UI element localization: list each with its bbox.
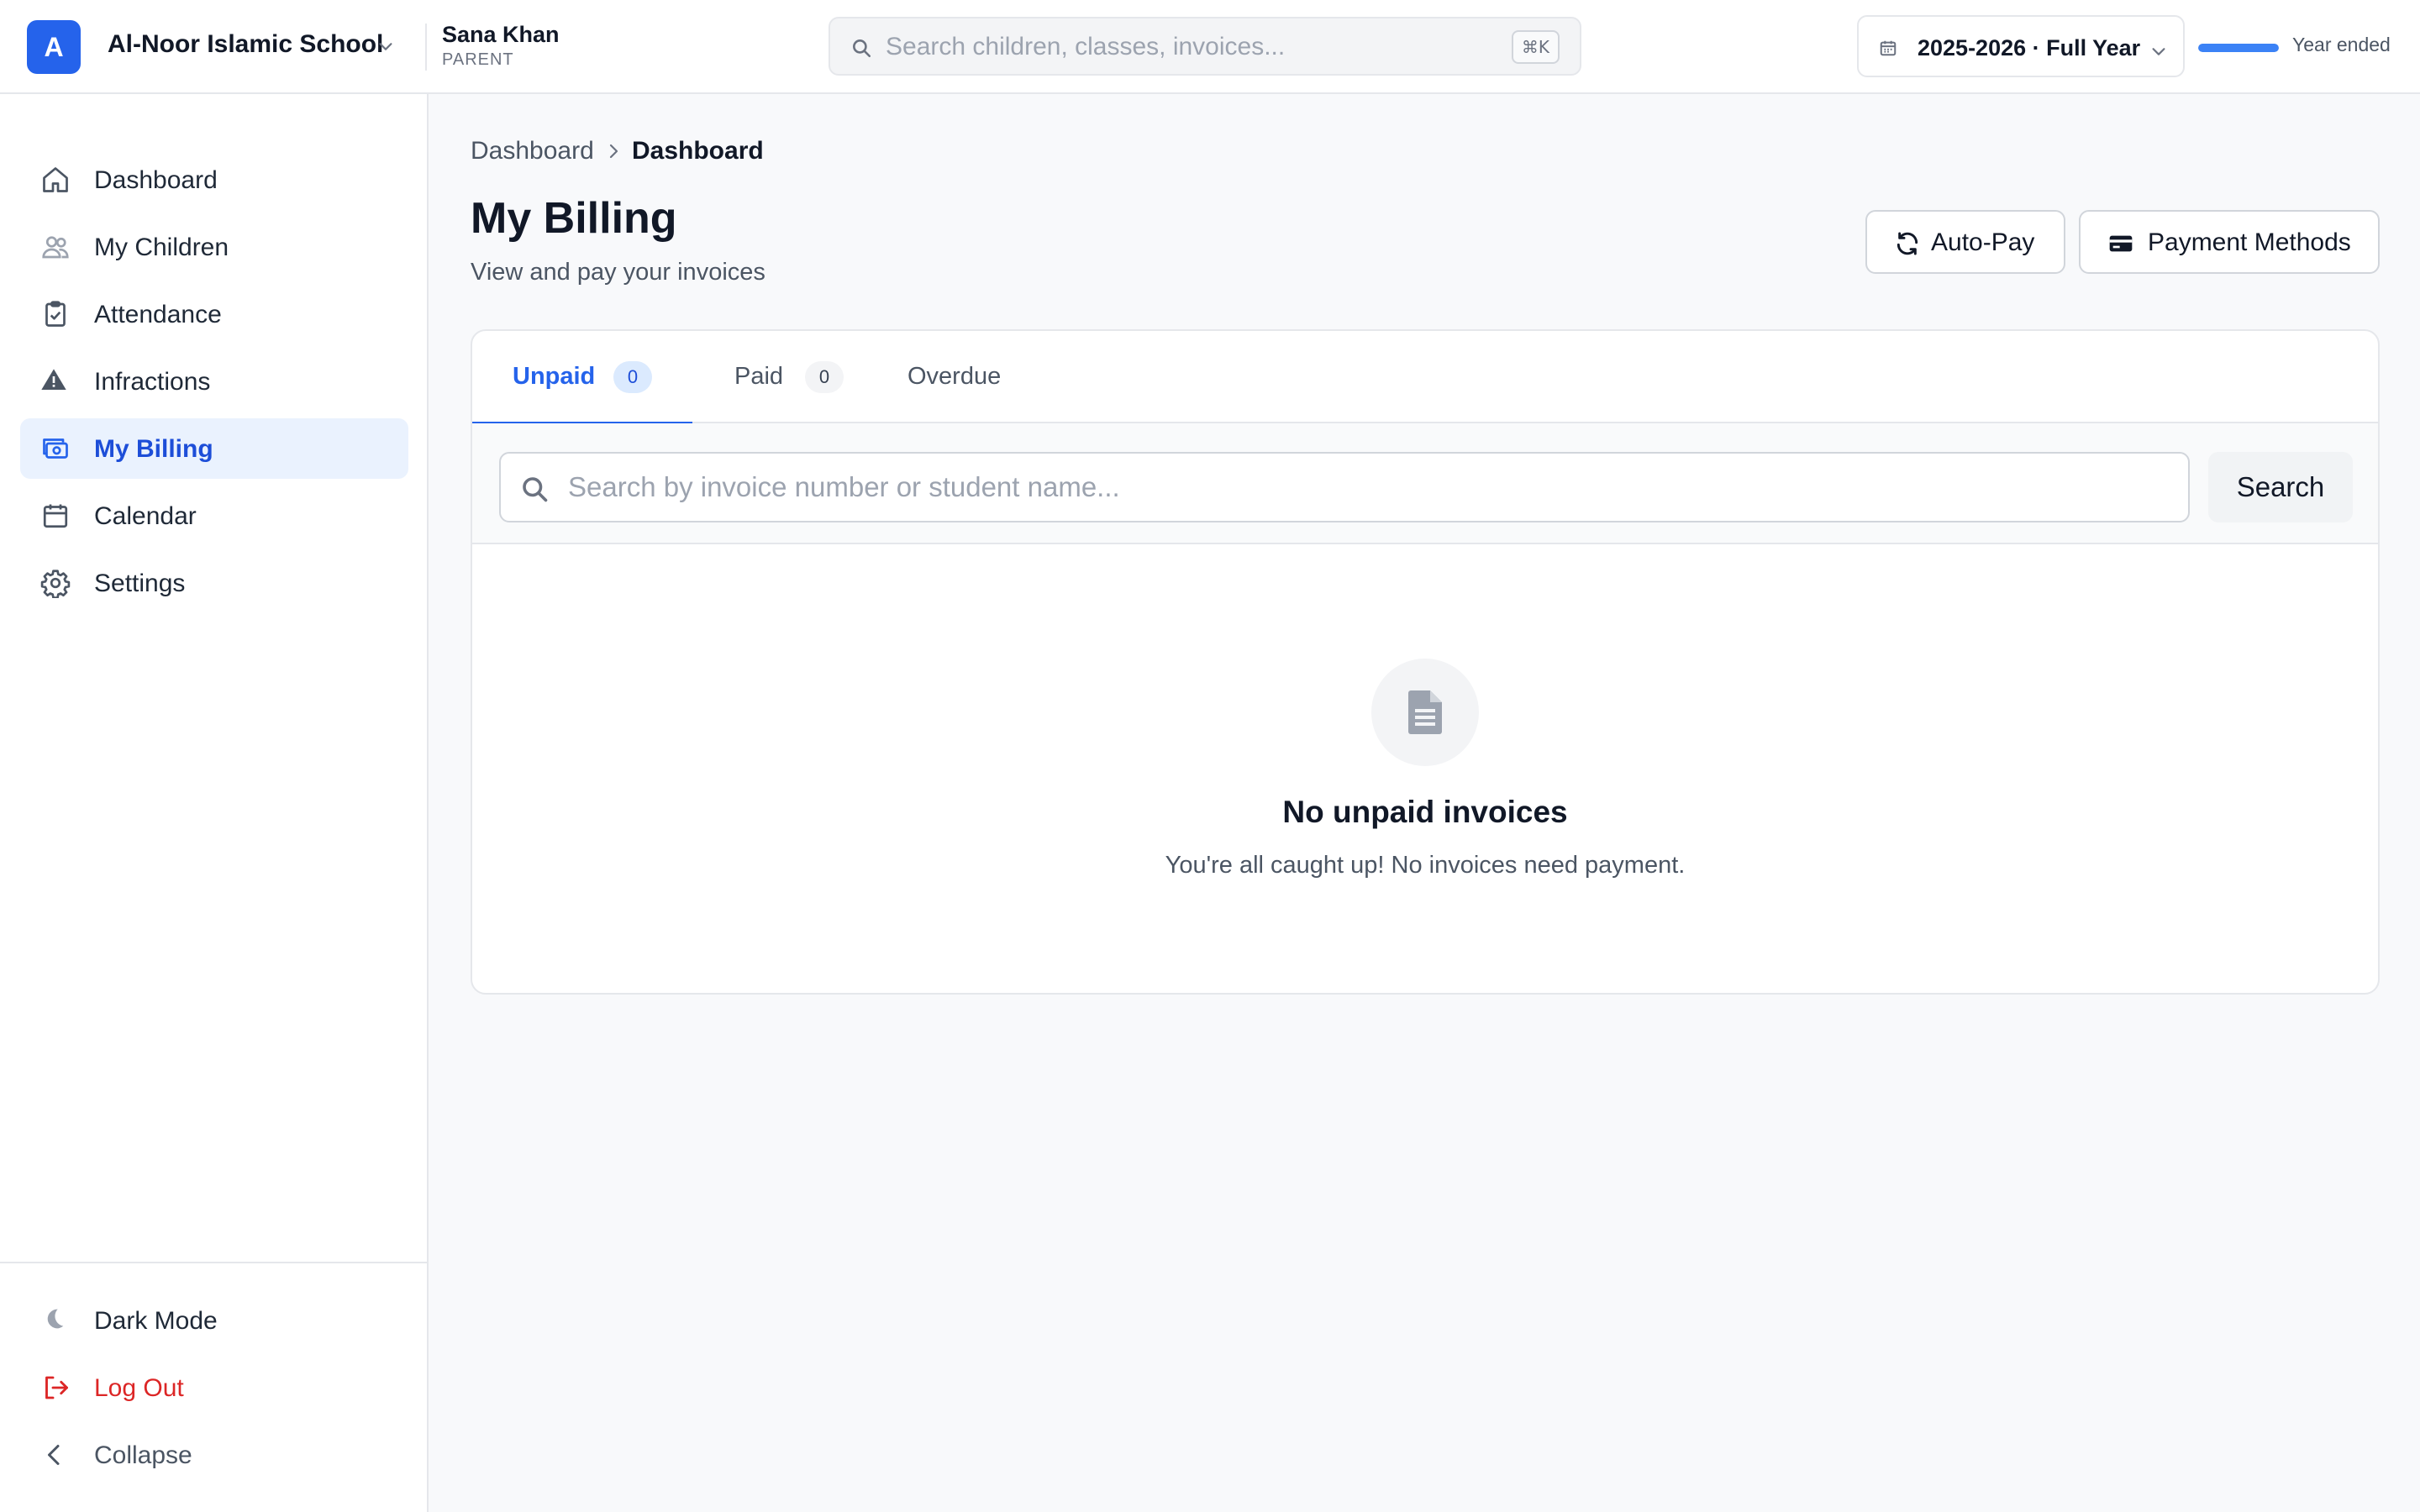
sidebar-item-label: Infractions	[94, 368, 211, 396]
users-icon	[40, 232, 71, 262]
academic-year-label: 2025-2026 · Full Year	[1918, 35, 2141, 60]
log-out-button[interactable]: Log Out	[20, 1357, 408, 1418]
user-role: PARENT	[442, 50, 514, 69]
sidebar-item-label: Attendance	[94, 301, 222, 328]
tab-unpaid[interactable]: Unpaid 0	[472, 331, 692, 425]
school-avatar[interactable]: A	[27, 20, 81, 74]
sidebar-item-label: Settings	[94, 570, 186, 597]
tab-label: Paid	[734, 363, 784, 390]
tab-label: Unpaid	[513, 363, 596, 390]
year-progress-fill	[2198, 44, 2279, 52]
log-out-icon	[40, 1373, 71, 1403]
refresh-icon	[1894, 230, 1921, 257]
tab-count-badge: 0	[613, 361, 652, 393]
invoice-search-input[interactable]	[568, 467, 2165, 507]
sidebar-item-label: Calendar	[94, 502, 197, 530]
invoice-search-row: Search	[472, 423, 2378, 544]
header-divider	[425, 24, 427, 71]
empty-state-text: You're all caught up! No invoices need p…	[1165, 852, 1686, 879]
auto-pay-label: Auto-Pay	[1931, 228, 2035, 256]
search-icon	[519, 474, 550, 504]
moon-icon	[40, 1305, 71, 1336]
tab-paid[interactable]: Paid 0	[692, 331, 877, 423]
sidebar-item-label: My Billing	[94, 435, 213, 463]
auto-pay-button[interactable]: Auto-Pay	[1865, 210, 2065, 274]
search-button[interactable]: Search	[2208, 452, 2353, 522]
global-search-input[interactable]	[886, 29, 1474, 66]
global-search[interactable]: ⌘K	[829, 17, 1581, 76]
billing-icon	[40, 433, 71, 464]
clipboard-check-icon	[40, 299, 71, 329]
sidebar-item-my-billing[interactable]: My Billing	[20, 418, 408, 479]
sidebar-item-label: Dashboard	[94, 166, 218, 194]
page-subtitle: View and pay your invoices	[471, 259, 765, 286]
page-title: My Billing	[471, 194, 677, 243]
sidebar-item-dashboard[interactable]: Dashboard	[20, 150, 408, 210]
breadcrumb-current: Dashboard	[632, 137, 764, 165]
payment-methods-label: Payment Methods	[2148, 228, 2351, 256]
dark-mode-toggle[interactable]: Dark Mode	[20, 1290, 408, 1351]
dark-mode-label: Dark Mode	[94, 1307, 218, 1335]
tab-label: Overdue	[908, 363, 1002, 390]
chevron-down-icon[interactable]	[376, 37, 395, 55]
tab-overdue[interactable]: Overdue	[877, 331, 1045, 423]
year-progress-bar	[2198, 44, 2279, 52]
chevron-left-icon	[40, 1440, 71, 1470]
sidebar-item-attendance[interactable]: Attendance	[20, 284, 408, 344]
sidebar-divider	[0, 1262, 427, 1263]
payment-methods-button[interactable]: Payment Methods	[2079, 210, 2380, 274]
chevron-down-icon	[2149, 42, 2168, 60]
collapse-sidebar-button[interactable]: Collapse	[20, 1425, 408, 1485]
year-status: Year ended	[2292, 34, 2391, 55]
warning-icon	[40, 366, 71, 396]
empty-state-title: No unpaid invoices	[1282, 795, 1568, 829]
calendar-icon	[40, 501, 71, 531]
academic-year-select[interactable]: 2025-2026 · Full Year	[1857, 15, 2185, 77]
calendar-icon	[1879, 39, 1897, 57]
empty-state-icon-circle	[1371, 659, 1479, 766]
collapse-label: Collapse	[94, 1441, 192, 1469]
school-switcher-label[interactable]: Al-Noor Islamic School	[108, 30, 383, 59]
user-name: Sana Khan	[442, 22, 560, 47]
top-bar: A Al-Noor Islamic School Sana Khan PAREN…	[0, 0, 2420, 94]
tab-count-badge: 0	[805, 361, 844, 393]
search-icon	[850, 37, 872, 59]
invoice-search-box[interactable]	[499, 452, 2190, 522]
sidebar: Dashboard My Children Attendance Infract…	[0, 94, 429, 1512]
credit-card-icon	[2107, 230, 2134, 257]
log-out-label: Log Out	[94, 1374, 184, 1402]
sidebar-item-infractions[interactable]: Infractions	[20, 351, 408, 412]
sidebar-item-label: My Children	[94, 234, 229, 261]
sidebar-item-my-children[interactable]: My Children	[20, 217, 408, 277]
gear-icon	[40, 568, 71, 598]
sidebar-item-calendar[interactable]: Calendar	[20, 486, 408, 546]
breadcrumb-root[interactable]: Dashboard	[471, 137, 594, 165]
chevron-right-icon	[603, 139, 623, 163]
sidebar-item-settings[interactable]: Settings	[20, 553, 408, 613]
search-shortcut-badge: ⌘K	[1511, 30, 1560, 64]
invoices-card: Unpaid 0 Paid 0 Overdue Search No unpaid…	[471, 329, 2380, 995]
home-icon	[40, 165, 71, 195]
document-icon	[1408, 690, 1442, 734]
